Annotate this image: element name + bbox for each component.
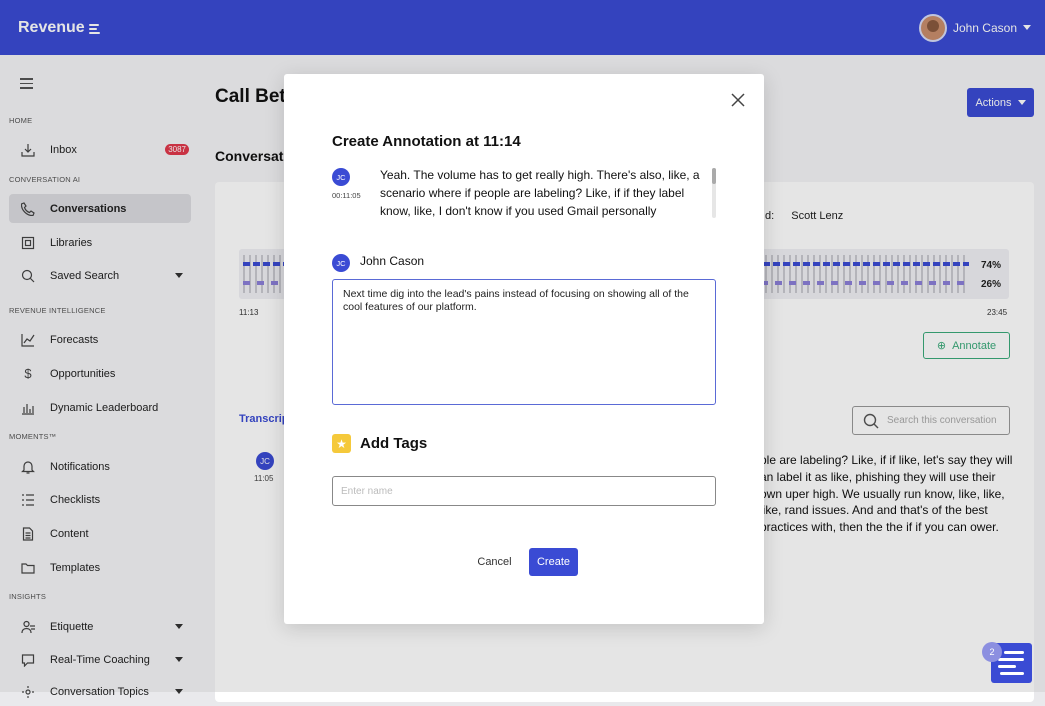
quote-timestamp: 00:11:05 [332, 191, 361, 200]
annotation-author: John Cason [360, 254, 425, 268]
modal-title: Create Annotation at 11:14 [332, 133, 521, 150]
avatar: JC [332, 254, 350, 272]
avatar: JC [332, 168, 350, 186]
cancel-button[interactable]: Cancel [472, 551, 517, 573]
create-annotation-modal: Create Annotation at 11:14 JC 00:11:05 Y… [284, 74, 764, 624]
close-icon[interactable] [730, 92, 746, 108]
quote-scrollbar[interactable] [712, 168, 716, 218]
annotation-textarea[interactable]: Next time dig into the lead's pains inst… [332, 279, 716, 405]
tag-name-input[interactable]: Enter name [332, 476, 716, 506]
tag-placeholder: Enter name [341, 485, 393, 497]
quoted-transcript: Yeah. The volume has to get really high.… [380, 168, 700, 218]
add-tags-title: Add Tags [360, 435, 428, 452]
create-button[interactable]: Create [529, 548, 578, 576]
chat-count-badge: 2 [982, 642, 1002, 662]
star-icon: ★ [332, 434, 351, 453]
